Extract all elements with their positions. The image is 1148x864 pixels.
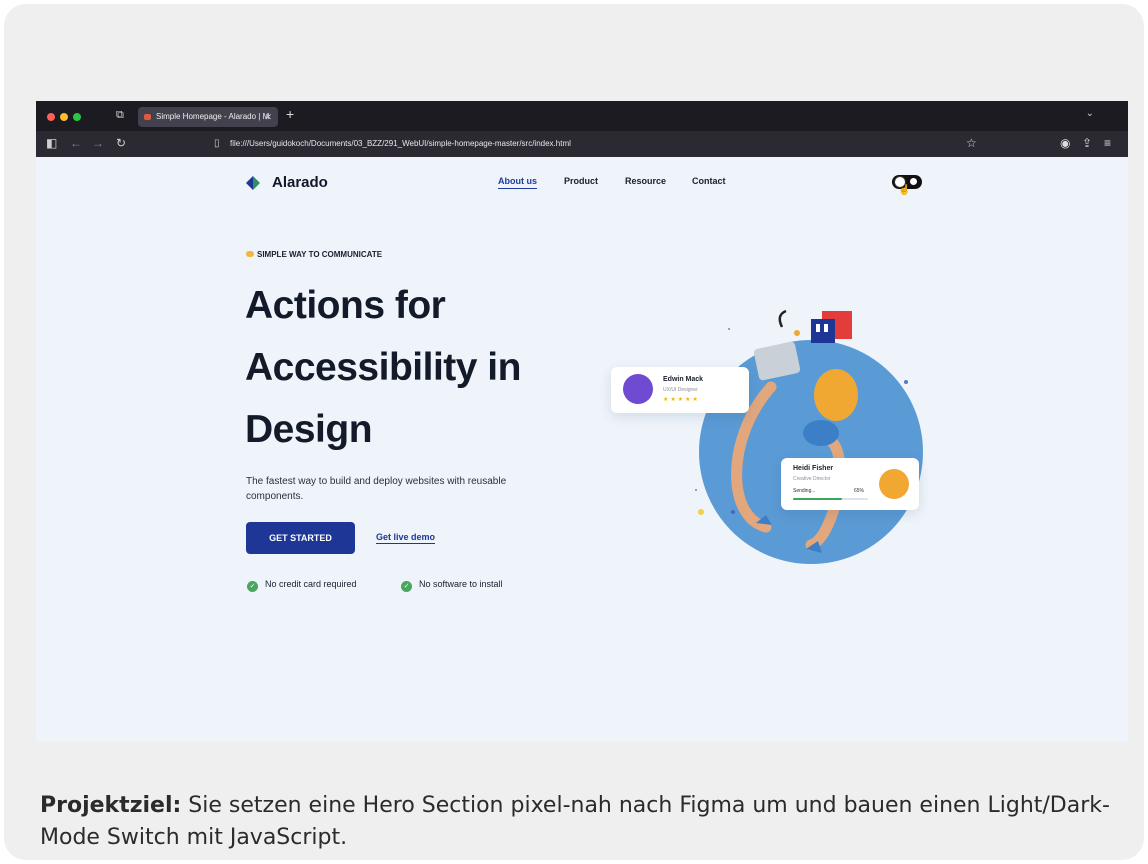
minimize-window-icon[interactable]	[60, 113, 68, 121]
new-tab-button[interactable]: +	[286, 106, 294, 122]
check-text: No software to install	[419, 579, 503, 589]
slide-card: ⧉ Simple Homepage - Alarado | M ✕ + ⌄ ◧ …	[4, 4, 1144, 860]
progress-percent: 65%	[854, 488, 865, 494]
check-icon: ✓	[401, 581, 412, 592]
web-page: Alarado About us Product Resource Contac…	[36, 157, 1128, 741]
badge-role: UX/UI Designer	[663, 387, 698, 393]
nav-resource[interactable]: Resource	[625, 176, 666, 186]
check-item: ✓ No credit card required	[247, 579, 357, 592]
live-demo-link[interactable]: Get live demo	[376, 532, 436, 544]
tab-title: Simple Homepage - Alarado | M	[156, 112, 270, 121]
url-bar: ◧ ← → ↻ ▯ file:///Users/guidokoch/Docume…	[36, 131, 1128, 157]
check-icon: ✓	[247, 581, 258, 592]
favicon-icon	[144, 114, 151, 120]
rating-stars-icon: ★★★★★	[663, 397, 700, 403]
tab-bar: ⧉ Simple Homepage - Alarado | M ✕ + ⌄	[36, 101, 1128, 131]
close-window-icon[interactable]	[47, 113, 55, 121]
badge-name: Edwin Mack	[663, 376, 704, 383]
bookmark-star-icon[interactable]: ☆	[966, 136, 977, 150]
heidi-card: Heidi Fisher Creative Director Sending..…	[781, 458, 919, 510]
hero-headline: Actions for Accessibility in Design	[245, 284, 521, 451]
get-started-button[interactable]: GET STARTED	[246, 522, 355, 554]
badge-role: Creative Director	[793, 476, 831, 482]
nav-about[interactable]: About us	[498, 176, 537, 189]
logo-text[interactable]: Alarado	[272, 174, 328, 191]
account-icon[interactable]: ◉	[1060, 136, 1070, 150]
page-icon: ▯	[214, 138, 220, 149]
edwin-card: Edwin Mack UX/UI Designer ★★★★★	[611, 367, 749, 413]
eyebrow-text: SIMPLE WAY TO COMMUNICATE	[257, 250, 383, 259]
address-field[interactable]: ▯ file:///Users/guidokoch/Documents/03_B…	[208, 134, 978, 154]
badge-name: Heidi Fisher	[793, 465, 834, 472]
logo-icon	[246, 176, 260, 190]
sunglasses-emoji-icon	[246, 251, 254, 257]
cursor-icon: ☝	[898, 185, 911, 196]
avatar	[623, 374, 653, 404]
sidebar-icon[interactable]: ◧	[46, 136, 57, 150]
moon-icon	[910, 178, 917, 185]
avatar	[879, 469, 909, 499]
hero-illustration	[695, 309, 923, 564]
tab-list-icon[interactable]: ⌄	[1086, 108, 1094, 119]
progress-bar	[793, 498, 868, 500]
nav-product[interactable]: Product	[564, 176, 598, 186]
caption-label: Projektziel:	[40, 793, 182, 818]
caption: Projektziel: Sie setzen eine Hero Sectio…	[40, 790, 1120, 854]
browser-tab[interactable]: Simple Homepage - Alarado | M ✕	[138, 107, 278, 127]
back-icon[interactable]: ←	[70, 136, 82, 150]
extensions-icon[interactable]: ⇪	[1082, 136, 1092, 150]
browser-window: ⧉ Simple Homepage - Alarado | M ✕ + ⌄ ◧ …	[36, 101, 1128, 741]
forward-icon[interactable]: →	[92, 136, 104, 150]
eyebrow: SIMPLE WAY TO COMMUNICATE	[246, 250, 382, 259]
tab-overview-icon[interactable]: ⧉	[116, 109, 124, 122]
menu-icon[interactable]: ≡	[1104, 136, 1111, 150]
hero-description: The fastest way to build and deploy webs…	[246, 476, 507, 502]
progress-fill	[793, 498, 842, 500]
maximize-window-icon[interactable]	[73, 113, 81, 121]
sending-status: Sending...	[793, 488, 816, 494]
nav-contact[interactable]: Contact	[692, 176, 726, 186]
check-text: No credit card required	[265, 579, 357, 589]
url-text: file:///Users/guidokoch/Documents/03_BZZ…	[230, 139, 571, 148]
reload-icon[interactable]: ↻	[116, 136, 126, 150]
caption-text: Sie setzen eine Hero Section pixel-nah n…	[40, 793, 1110, 850]
check-item: ✓ No software to install	[401, 579, 503, 592]
close-tab-icon[interactable]: ✕	[264, 107, 272, 127]
